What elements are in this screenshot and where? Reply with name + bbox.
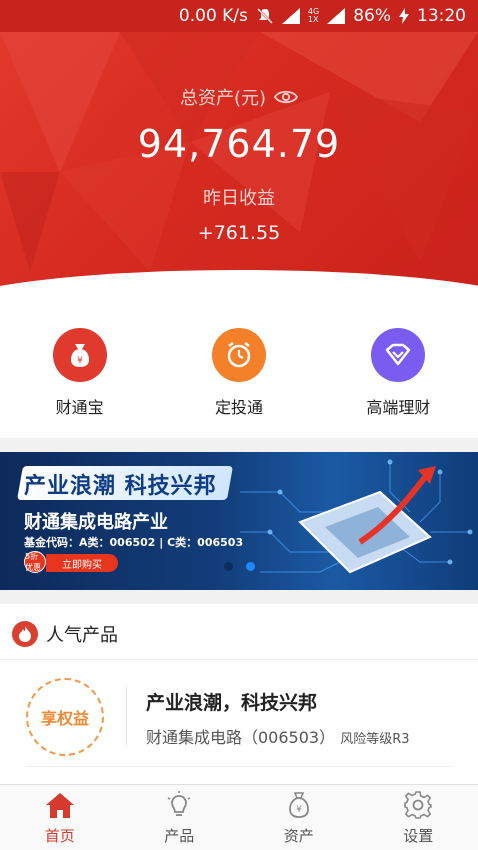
row-divider [26, 766, 452, 767]
circuit-chip-illustration [240, 459, 473, 574]
product-desc: 财通集成电路（006503） 风险等级R3 [146, 724, 410, 748]
promo-banner[interactable]: 产业浪潮 科技兴邦 财通集成电路产业 基金代码：A类：006502 | C类：0… [0, 452, 478, 590]
buy-now-button[interactable]: 立即购买 [46, 554, 118, 572]
banner-title: 产业浪潮 科技兴邦 [24, 474, 217, 499]
battery-level: 86% [353, 6, 391, 26]
product-name: 产业浪潮，科技兴邦 [146, 692, 318, 714]
section-divider [0, 590, 478, 604]
money-bag-icon: ¥ [52, 328, 107, 382]
cell-signal-icon [327, 8, 346, 24]
eye-icon[interactable] [274, 89, 299, 105]
banner-subtitle: 财通集成电路产业 [24, 512, 168, 533]
product-fund-name: 财通集成电路（006503） [146, 728, 336, 747]
tab-products[interactable]: 产品 [120, 785, 240, 850]
tab-label: 资产 [283, 827, 314, 845]
total-assets-value: 94,764.79 [137, 122, 341, 166]
mute-icon [257, 8, 273, 24]
banner-fund-code: 基金代码：A类：006502 | C类：006503 [24, 536, 244, 549]
bottom-tab-bar: 首页 产品 ¥ 资产 设置 [0, 784, 478, 850]
money-bag-outline-icon: ¥ [283, 789, 315, 821]
tab-label: 设置 [403, 827, 434, 845]
product-card[interactable]: 享权益 产业浪潮，科技兴邦 财通集成电路（006503） 风险等级R3 [0, 662, 478, 768]
yesterday-earnings-label: 昨日收益 [203, 188, 275, 209]
clock: 13:20 [417, 6, 466, 26]
section-divider [0, 438, 478, 452]
total-assets-label: 总资产(元) [0, 84, 478, 110]
network-speed: 0.00 K/s [178, 6, 248, 26]
alarm-clock-icon [211, 328, 266, 382]
benefit-badge: 享权益 [26, 678, 104, 756]
charging-icon [399, 8, 409, 24]
asset-summary: 总资产(元) 94,764.79 昨日收益 +761.55 [0, 32, 478, 292]
shortcut-row: ¥ 财通宝 定投通 高端理财 [0, 328, 478, 428]
popular-products-header: 人气产品 [0, 608, 478, 660]
shortcut-label: 高端理财 [366, 398, 431, 417]
tab-settings[interactable]: 设置 [359, 785, 478, 850]
tab-label: 产品 [164, 827, 195, 845]
tab-label: 首页 [44, 827, 75, 845]
shortcut-caitongbao[interactable]: ¥ 财通宝 [0, 328, 159, 428]
gear-icon [402, 789, 434, 821]
diamond-icon [371, 328, 426, 382]
tab-home[interactable]: 首页 [0, 785, 120, 850]
svg-text:¥: ¥ [296, 805, 302, 815]
svg-text:¥: ¥ [77, 356, 83, 366]
yesterday-earnings-value: +761.55 [197, 222, 281, 244]
shortcut-label: 定投通 [214, 398, 263, 417]
wifi-signal-icon [281, 8, 300, 24]
shortcut-label: 财通宝 [55, 398, 104, 417]
discount-badge: 5折优惠 [24, 551, 46, 573]
tab-assets[interactable]: ¥ 资产 [239, 785, 359, 850]
shortcut-high-end-wealth[interactable]: 高端理财 [319, 328, 478, 428]
vertical-divider [126, 686, 127, 746]
carousel-dot-2[interactable] [246, 562, 255, 571]
section-title: 人气产品 [46, 624, 118, 646]
carousel-dot-1[interactable] [224, 562, 233, 571]
network-type: 4G 1X [307, 7, 320, 24]
status-bar: 0.00 K/s 4G 1X 86% 13:20 [0, 0, 478, 32]
fire-icon [12, 620, 38, 647]
product-risk-level: 风险等级R3 [340, 732, 410, 747]
home-icon [44, 789, 76, 821]
lightbulb-icon [163, 789, 195, 821]
shortcut-dingtoutong[interactable]: 定投通 [159, 328, 318, 428]
